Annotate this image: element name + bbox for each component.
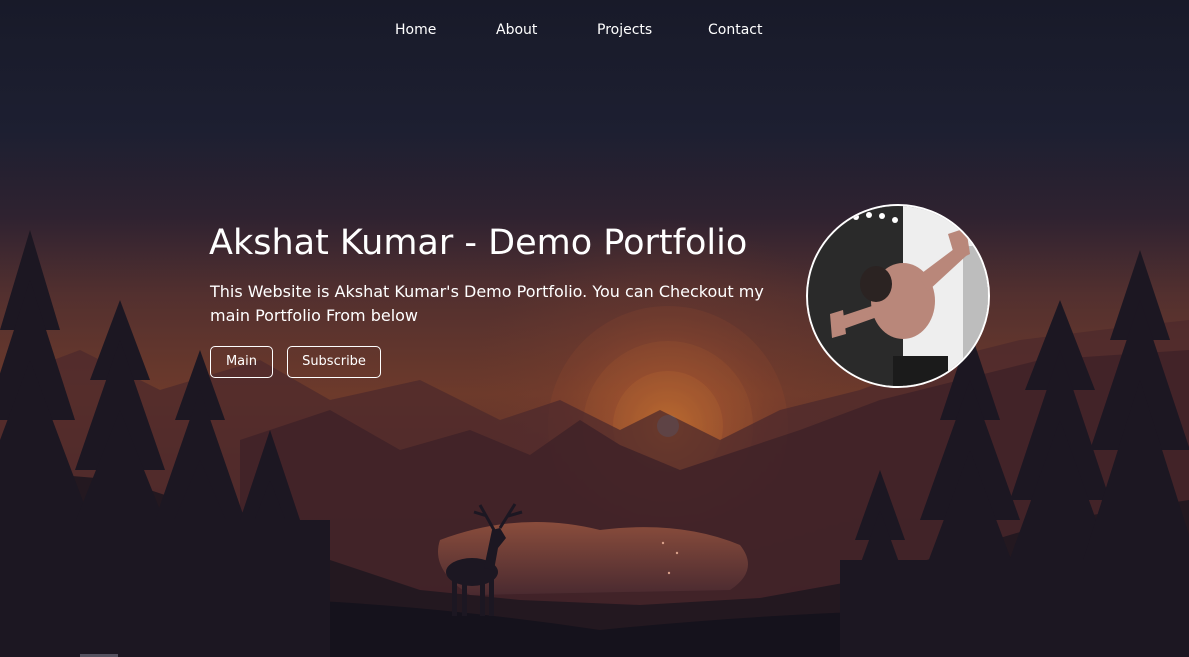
nav-contact-link[interactable]: Contact [708, 21, 762, 39]
nav-about-link[interactable]: About [496, 21, 537, 39]
main-button[interactable]: Main [210, 346, 273, 378]
nav-home-link[interactable]: Home [395, 21, 436, 39]
portfolio-page: Home About Projects Contact Akshat Kumar… [0, 0, 1189, 657]
nav-projects-link[interactable]: Projects [597, 21, 652, 39]
hero-title: Akshat Kumar - Demo Portfolio [209, 223, 748, 263]
top-nav: Home About Projects Contact [0, 0, 1189, 60]
hero-description: This Website is Akshat Kumar's Demo Port… [210, 282, 764, 325]
profile-photo [808, 206, 988, 386]
landscape-background [0, 0, 1189, 657]
avatar [806, 204, 990, 388]
subscribe-button[interactable]: Subscribe [287, 346, 381, 378]
